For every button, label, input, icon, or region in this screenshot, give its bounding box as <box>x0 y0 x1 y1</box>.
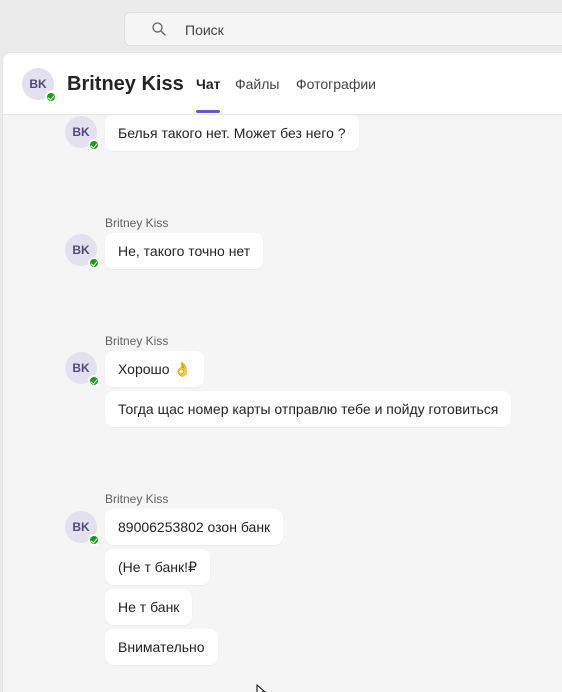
message-bubble[interactable]: 89006253802 озон банк <box>105 509 284 545</box>
search-input[interactable]: Поиск <box>185 22 224 38</box>
mouse-cursor-icon <box>256 684 266 692</box>
message-bubble[interactable]: Внимательно <box>105 629 218 665</box>
avatar[interactable]: BK <box>65 116 100 151</box>
message-bubble[interactable]: Белья такого нет. Может без него ? <box>105 115 359 151</box>
presence-available-icon <box>88 139 100 151</box>
active-tab-indicator <box>196 110 220 113</box>
avatar-initials: BK <box>72 243 90 257</box>
message-bubble[interactable]: Не т банк <box>105 589 193 625</box>
presence-available-icon <box>88 534 100 546</box>
message-sender: Britney Kiss <box>105 216 169 230</box>
title-bar: Поиск <box>0 0 562 52</box>
presence-available-icon <box>88 375 100 387</box>
search-box[interactable]: Поиск <box>124 12 562 46</box>
avatar-initials: BK <box>72 125 90 139</box>
avatar[interactable]: BK <box>65 234 100 269</box>
message-bubble[interactable]: (Не т банк!₽ <box>105 549 210 585</box>
chat-panel: BK Britney Kiss Чат Файлы Фотографии BK … <box>2 52 562 692</box>
message-bubble[interactable]: Не, такого точно нет <box>105 233 264 269</box>
tab-files[interactable]: Файлы <box>235 76 279 92</box>
avatar[interactable]: BK <box>65 511 100 546</box>
message-bubble[interactable]: Хорошо 👌 <box>105 351 204 387</box>
message-sender: Britney Kiss <box>105 492 169 506</box>
avatar[interactable]: BK <box>22 68 57 103</box>
presence-available-icon <box>45 91 57 103</box>
message-bubble[interactable]: Тогда щас номер карты отправлю тебе и по… <box>105 391 512 427</box>
presence-available-icon <box>88 257 100 269</box>
avatar-initials: BK <box>29 77 47 91</box>
message-sender: Britney Kiss <box>105 334 169 348</box>
tab-chat[interactable]: Чат <box>196 76 220 92</box>
avatar-initials: BK <box>72 520 90 534</box>
chat-title: Britney Kiss <box>67 73 184 95</box>
avatar[interactable]: BK <box>65 352 100 387</box>
chat-header: BK Britney Kiss Чат Файлы Фотографии <box>3 53 562 115</box>
search-icon <box>152 22 166 36</box>
avatar-initials: BK <box>72 361 90 375</box>
tab-photos[interactable]: Фотографии <box>296 76 376 92</box>
